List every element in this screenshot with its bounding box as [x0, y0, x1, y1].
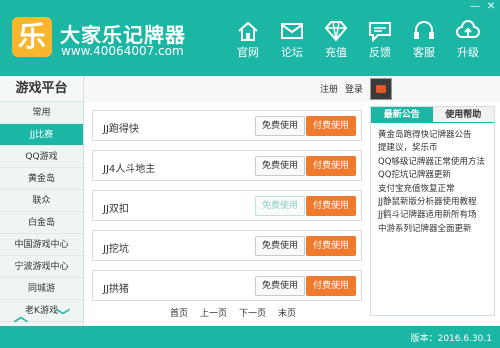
news-link[interactable]: 支付宝充值恢复正常 — [378, 183, 494, 196]
tab-help[interactable]: 使用帮助 — [432, 107, 494, 122]
news-link[interactable]: QQ够级记牌器正常使用方法 — [378, 156, 494, 169]
prev-page-link[interactable]: 上一页 — [200, 306, 227, 319]
nav-label: 论坛 — [281, 46, 303, 59]
window-controls: — ✕ — [470, 2, 496, 12]
register-link[interactable]: 注册 — [320, 85, 338, 95]
login-link[interactable]: 登录 — [345, 85, 363, 95]
game-name: JJ跑得快 — [103, 124, 139, 135]
cloud-upload-icon — [456, 20, 480, 38]
mail-icon — [281, 23, 303, 39]
close-button[interactable]: ✕ — [486, 2, 496, 12]
auth-links: 注册 登录 — [320, 82, 367, 95]
scroll-down-icon[interactable]: ﹀ — [56, 306, 70, 326]
platform-sidebar: 游戏平台 常用 JJ比赛 QQ游戏 黄金岛 联众 白金岛 中国游戏中心 宁波游戏… — [0, 76, 84, 326]
game-name: JJ双扣 — [103, 204, 129, 215]
headset-icon — [414, 21, 434, 39]
sidebar-item-qq[interactable]: QQ游戏 — [0, 146, 83, 168]
next-page-link[interactable]: 下一页 — [239, 306, 266, 319]
last-page-link[interactable]: 末页 — [278, 306, 296, 319]
nav-upgrade[interactable]: 升级 — [446, 20, 490, 60]
free-use-button[interactable]: 免费使用 — [255, 236, 305, 256]
paid-use-button[interactable]: 付费使用 — [306, 156, 356, 176]
paid-use-button[interactable]: 付费使用 — [306, 276, 356, 296]
sidebar-scroll: ︿ ﹀ — [0, 306, 84, 326]
nav-label: 官网 — [237, 46, 259, 59]
nav-feedback[interactable]: 反馈 — [358, 20, 402, 60]
sidebar-title: 游戏平台 — [0, 76, 83, 102]
avatar[interactable] — [370, 78, 392, 100]
sidebar-item-jj[interactable]: JJ比赛 — [0, 124, 83, 146]
free-use-button[interactable]: 免费使用 — [255, 276, 305, 296]
version-label: 版本：2016.6.30.1 — [410, 334, 492, 344]
nav-official-site[interactable]: 官网 — [226, 20, 270, 60]
sidebar-item-ningbo-game-center[interactable]: 宁波游戏中心 — [0, 256, 83, 278]
home-icon — [238, 21, 258, 41]
chat-icon — [369, 22, 391, 42]
app-logo: 乐 — [12, 17, 52, 57]
game-name: JJ4人斗地主 — [103, 164, 156, 175]
news-link[interactable]: QQ挖坑记牌器更新 — [378, 169, 494, 182]
nav-label: 充值 — [325, 46, 347, 59]
sidebar-item-common[interactable]: 常用 — [0, 102, 83, 124]
tab-announcements[interactable]: 最新公告 — [371, 107, 433, 122]
game-name: JJ挖坑 — [103, 244, 129, 255]
list-item: JJ拱猪 免费使用 付费使用 — [92, 270, 362, 301]
nav-customer-service[interactable]: 客服 — [402, 20, 446, 60]
sidebar-item-platinum-island[interactable]: 白金岛 — [0, 212, 83, 234]
news-link[interactable]: 黄金岛跑得快记牌器公告 — [378, 129, 494, 142]
pagination: 首页 上一页 下一页 末页 — [170, 306, 296, 319]
app-url[interactable]: www.40064007.com — [61, 44, 184, 58]
nav-label: 反馈 — [369, 46, 391, 59]
game-list: JJ跑得快 免费使用 付费使用 JJ4人斗地主 免费使用 付费使用 JJ双扣 免… — [92, 110, 362, 310]
paid-use-button[interactable]: 付费使用 — [306, 196, 356, 216]
game-name: JJ拱猪 — [103, 284, 129, 295]
info-panel: 最新公告 使用帮助 黄金岛跑得快记牌器公告 提建议，奖乐币 QQ够级记牌器正常使… — [370, 106, 495, 316]
paid-use-button[interactable]: 付费使用 — [306, 116, 356, 136]
nav-forum[interactable]: 论坛 — [270, 20, 314, 60]
minimize-button[interactable]: — — [470, 2, 480, 12]
list-item: JJ4人斗地主 免费使用 付费使用 — [92, 150, 362, 181]
news-link[interactable]: 提建议，奖乐币 — [378, 142, 494, 155]
nav-recharge[interactable]: 充值 — [314, 20, 358, 60]
list-item: JJ挖坑 免费使用 付费使用 — [92, 230, 362, 261]
panel-tabs: 最新公告 使用帮助 — [371, 107, 494, 123]
scroll-up-icon[interactable]: ︿ — [14, 306, 28, 326]
header: 乐 大家乐记牌器 www.40064007.com — ✕ 官网 论坛 充值 反… — [0, 0, 500, 76]
diamond-icon — [324, 21, 348, 42]
news-link[interactable]: JJ鹤斗记牌器适用新所有场 — [378, 209, 494, 222]
news-link[interactable]: JJ静鼠新版分析器使用教程 — [378, 196, 494, 209]
sidebar-item-golden-island[interactable]: 黄金岛 — [0, 168, 83, 190]
list-item: JJ跑得快 免费使用 付费使用 — [92, 110, 362, 141]
nav-label: 升级 — [457, 46, 479, 59]
sidebar-item-tcy[interactable]: 同城游 — [0, 278, 83, 300]
paid-use-button[interactable]: 付费使用 — [306, 236, 356, 256]
list-item: JJ双扣 免费使用 付费使用 — [92, 190, 362, 221]
user-bar: 注册 登录 — [84, 76, 500, 102]
top-nav: 官网 论坛 充值 反馈 客服 升级 — [226, 20, 490, 60]
nav-label: 客服 — [413, 46, 435, 59]
free-use-button[interactable]: 免费使用 — [255, 156, 305, 176]
free-use-button[interactable]: 免费使用 — [255, 196, 305, 216]
sidebar-item-china-game-center[interactable]: 中国游戏中心 — [0, 234, 83, 256]
news-list: 黄金岛跑得快记牌器公告 提建议，奖乐币 QQ够级记牌器正常使用方法 QQ挖坑记牌… — [371, 123, 494, 236]
first-page-link[interactable]: 首页 — [170, 306, 188, 319]
news-link[interactable]: 中游系列记牌器全面更新 — [378, 223, 494, 236]
status-bar: 版本：2016.6.30.1 — [0, 326, 500, 348]
sidebar-item-ourgame[interactable]: 联众 — [0, 190, 83, 212]
free-use-button[interactable]: 免费使用 — [255, 116, 305, 136]
